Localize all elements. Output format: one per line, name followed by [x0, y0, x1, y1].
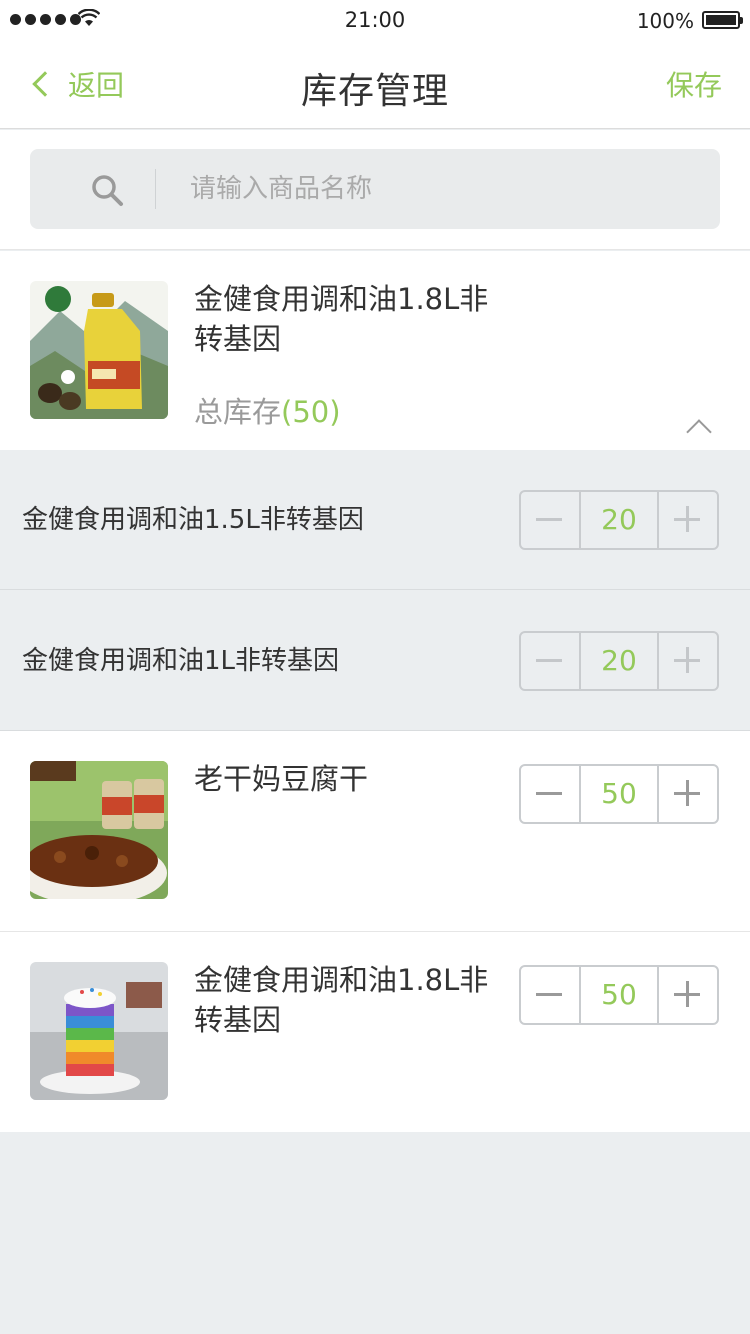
total-stock-label: 总库存 — [194, 395, 282, 429]
variant-row: 金健食用调和油1L非转基因 20 — [0, 591, 750, 731]
search-section — [0, 130, 750, 250]
variant-name: 金健食用调和油1L非转基因 — [22, 646, 340, 676]
plus-button[interactable] — [659, 766, 717, 822]
minus-button[interactable] — [521, 967, 579, 1023]
battery-icon — [702, 11, 743, 29]
minus-button[interactable] — [521, 492, 579, 548]
variant-row: 金健食用调和油1.5L非转基因 20 — [0, 450, 750, 590]
save-button[interactable]: 保存 — [666, 64, 722, 104]
product-name: 金健食用调和油1.8L非转基因 — [194, 282, 489, 356]
product-image-oil — [30, 281, 168, 419]
product-card[interactable]: 老干妈豆腐干 50 — [0, 731, 750, 931]
minus-button[interactable] — [521, 633, 579, 689]
search-bar[interactable] — [30, 149, 720, 229]
minus-button[interactable] — [521, 766, 579, 822]
product-card[interactable]: 金健食用调和油1.8L非转基因 总库存(50) — [0, 251, 750, 450]
plus-button[interactable] — [659, 492, 717, 548]
total-stock-value: (50) — [281, 395, 341, 429]
status-bar: 21:00 100% — [0, 0, 750, 40]
total-stock: 总库存(50) — [194, 389, 341, 431]
page-title: 库存管理 — [300, 71, 449, 112]
product-name: 老干妈豆腐干 — [194, 762, 369, 796]
quantity-stepper: 20 — [519, 490, 719, 550]
product-name: 金健食用调和油1.8L非转基因 — [194, 963, 489, 1037]
quantity-value[interactable]: 20 — [579, 633, 659, 689]
product-image-tofu — [30, 761, 168, 899]
nav-bar: 返回 库存管理 保存 — [0, 40, 750, 129]
collapse-chevron-icon[interactable] — [686, 419, 712, 445]
product-image-cake — [30, 962, 168, 1100]
battery-percent: 100% — [636, 9, 694, 33]
quantity-value[interactable]: 50 — [579, 967, 659, 1023]
quantity-stepper: 50 — [519, 965, 719, 1025]
quantity-value[interactable]: 20 — [579, 492, 659, 548]
quantity-value[interactable]: 50 — [579, 766, 659, 822]
variant-name: 金健食用调和油1.5L非转基因 — [22, 505, 364, 535]
plus-button[interactable] — [659, 967, 717, 1023]
quantity-stepper: 20 — [519, 631, 719, 691]
product-card[interactable]: 金健食用调和油1.8L非转基因 50 — [0, 932, 750, 1132]
search-divider — [155, 169, 156, 209]
plus-button[interactable] — [659, 633, 717, 689]
search-input[interactable] — [190, 149, 690, 229]
quantity-stepper: 50 — [519, 764, 719, 824]
search-icon — [92, 175, 123, 206]
